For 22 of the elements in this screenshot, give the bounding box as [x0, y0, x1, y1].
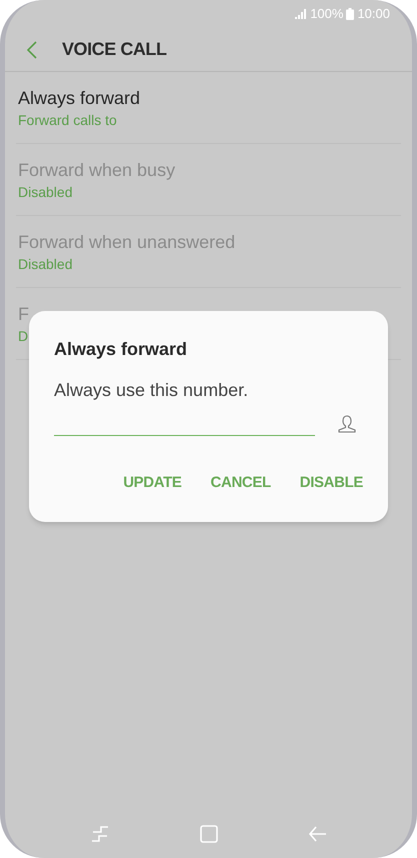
recent-apps-icon[interactable] [90, 826, 108, 842]
settings-item[interactable]: Always forward Forward calls to [16, 72, 401, 144]
item-subtitle: Disabled [18, 254, 74, 274]
screen-title: VOICE CALL [62, 38, 167, 61]
signal-icon [295, 9, 308, 19]
dialog-button[interactable]: DISABLE [300, 472, 363, 494]
back-icon [27, 40, 37, 58]
battery-icon [346, 8, 354, 20]
item-title: F [18, 302, 30, 326]
contact-icon[interactable] [337, 414, 357, 434]
item-subtitle: D [18, 326, 30, 346]
back-icon[interactable] [308, 826, 326, 842]
dialog-message: Always use this number. [54, 379, 250, 402]
dialog-button[interactable]: CANCEL [210, 472, 271, 494]
item-title: Forward when unanswered [18, 230, 236, 254]
item-title: Forward when busy [18, 158, 176, 182]
dialog-title: Always forward [54, 338, 188, 361]
item-subtitle: Disabled [18, 182, 74, 202]
dialog-button[interactable]: UPDATE [123, 472, 182, 494]
home-icon[interactable] [200, 825, 218, 843]
item-title: Always forward [18, 86, 142, 110]
item-subtitle: Forward calls to [18, 110, 118, 130]
